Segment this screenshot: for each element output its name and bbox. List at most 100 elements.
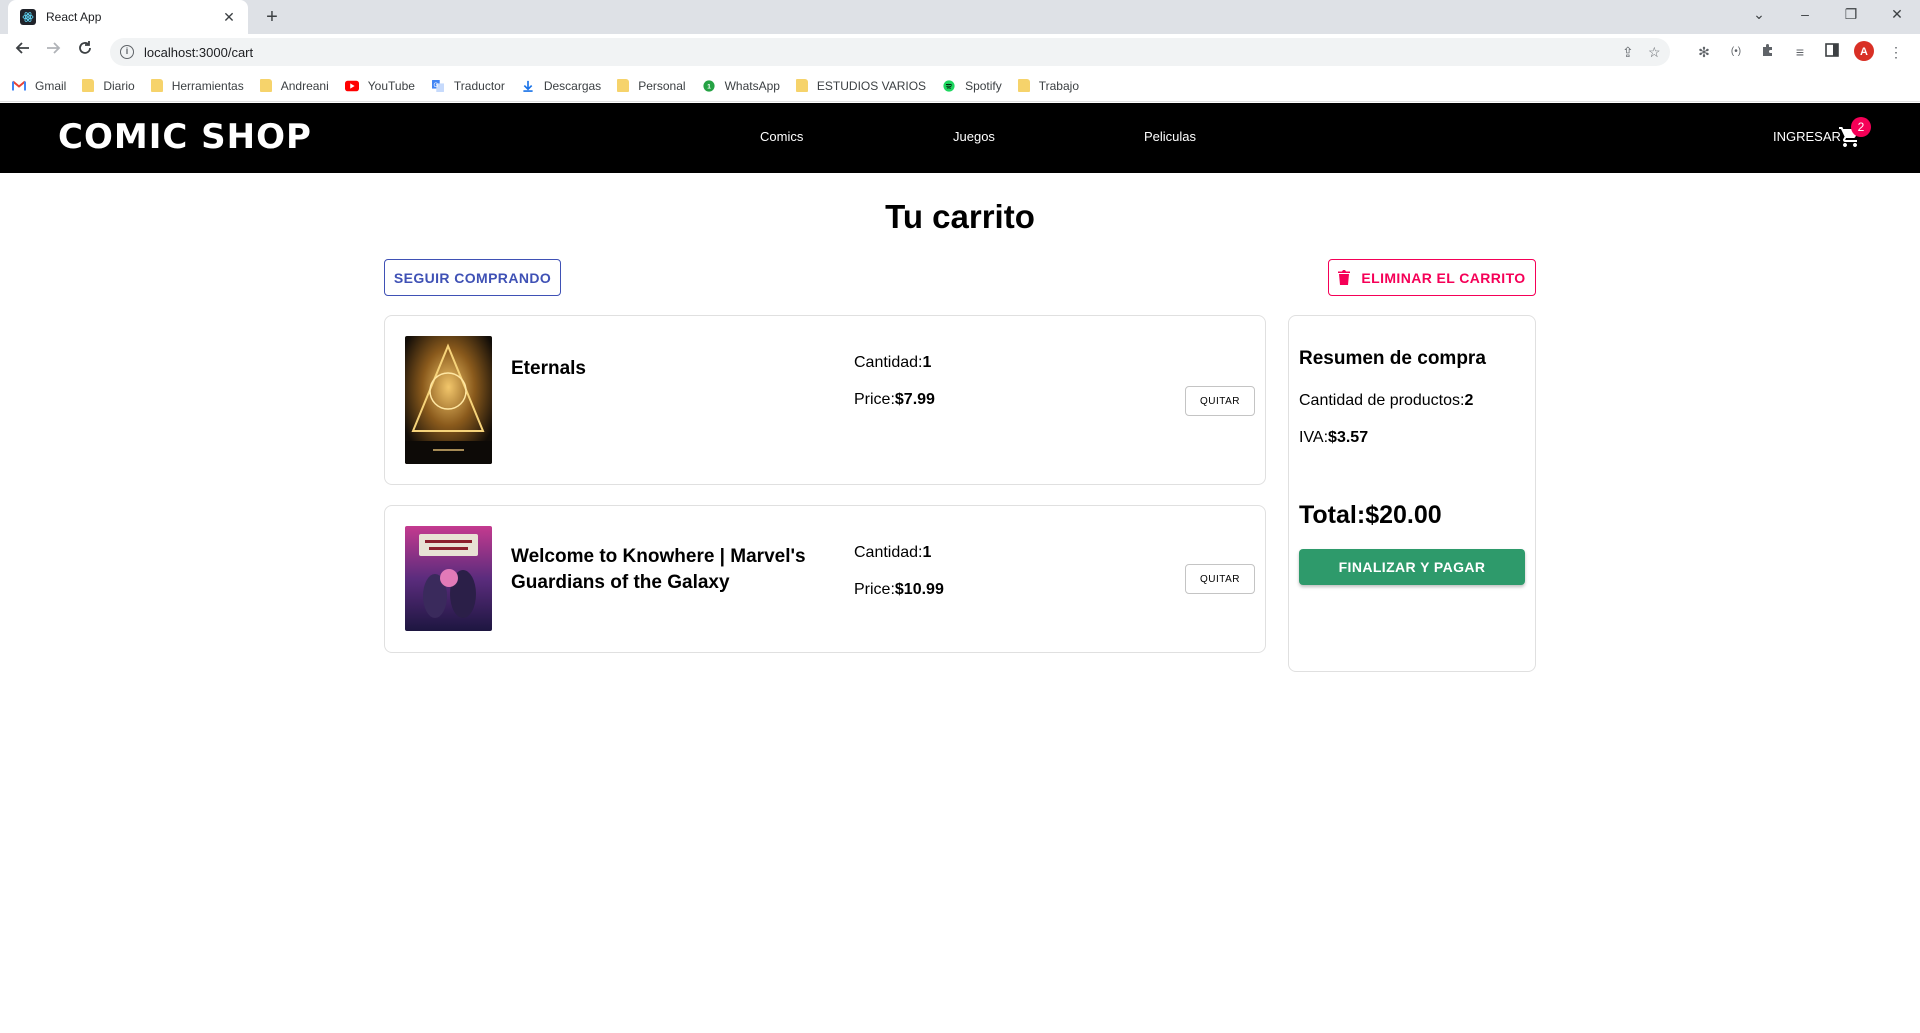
- folder-icon: [150, 79, 163, 92]
- media-icon[interactable]: ≡: [1788, 40, 1812, 64]
- remove-item-button[interactable]: QUITAR: [1185, 564, 1255, 594]
- bookmark-label: ESTUDIOS VARIOS: [816, 78, 927, 93]
- summary-title: Resumen de compra: [1299, 348, 1486, 369]
- minimize-button[interactable]: –: [1782, 0, 1828, 30]
- site-info-icon[interactable]: i: [120, 45, 134, 59]
- reload-icon[interactable]: [72, 40, 98, 64]
- item-quantity: Cantidad:1: [854, 354, 931, 372]
- svg-text:1: 1: [707, 83, 711, 90]
- bookmark-spotify[interactable]: Spotify: [942, 79, 1002, 93]
- restore-button[interactable]: ❐: [1828, 0, 1874, 30]
- forward-icon[interactable]: [40, 40, 66, 64]
- login-button[interactable]: INGRESAR: [1773, 129, 1841, 144]
- bookmark-label: YouTube: [367, 78, 415, 93]
- extension-icon[interactable]: (•): [1724, 40, 1748, 64]
- bookmark-label: Personal: [638, 78, 686, 93]
- item-quantity-value: 1: [922, 544, 932, 561]
- item-quantity: Cantidad:1: [854, 544, 931, 562]
- guardians-cover-image: [405, 526, 492, 631]
- bookmark-label: Andreani: [280, 78, 329, 93]
- tab-close-icon[interactable]: ✕: [220, 9, 238, 26]
- nav-peliculas[interactable]: Peliculas: [1144, 129, 1196, 144]
- summary-iva: IVA:$3.57: [1299, 429, 1368, 447]
- profile-avatar-icon[interactable]: A: [1852, 40, 1876, 64]
- item-price-value: $7.99: [894, 391, 935, 408]
- spotify-icon: [943, 79, 955, 92]
- nav-juegos[interactable]: Juegos: [953, 129, 995, 144]
- bookmark-star-icon[interactable]: ☆: [1648, 38, 1661, 66]
- bookmark-whatsapp[interactable]: 1 WhatsApp: [702, 79, 780, 93]
- item-title: Welcome to Knowhere | Marvel's Guardians…: [511, 546, 806, 593]
- item-quantity-label: Cantidad:: [854, 544, 923, 561]
- item-title: Eternals: [511, 358, 586, 379]
- total-value: $20.00: [1365, 501, 1442, 529]
- item-price-value: $10.99: [894, 581, 944, 598]
- new-tab-button[interactable]: +: [260, 5, 284, 29]
- item-price: Price:$10.99: [854, 581, 944, 599]
- bookmarks-bar: Gmail Diario Herramientas Andreani YouTu…: [0, 70, 1920, 102]
- puzzle-icon[interactable]: [1756, 40, 1780, 64]
- checkout-button[interactable]: FINALIZAR Y PAGAR: [1299, 549, 1525, 585]
- bookmark-label: Diario: [103, 78, 135, 93]
- youtube-icon: [344, 80, 359, 91]
- bookmark-label: Gmail: [35, 78, 67, 93]
- browser-tab[interactable]: React App ✕: [8, 0, 248, 34]
- menu-icon[interactable]: ⋮: [1884, 40, 1908, 64]
- back-icon[interactable]: [10, 40, 36, 64]
- remove-item-button[interactable]: QUITAR: [1185, 386, 1255, 416]
- browser-toolbar: i localhost:3000/cart ⇪ ☆ ✻ (•) ≡ A ⋮: [0, 34, 1920, 70]
- side-panel-icon[interactable]: [1820, 40, 1844, 64]
- react-favicon-icon: [20, 9, 36, 25]
- close-window-button[interactable]: ✕: [1874, 0, 1920, 30]
- bug-extension-icon[interactable]: ✻: [1692, 40, 1716, 64]
- folder-icon: [1017, 79, 1030, 92]
- bookmark-trabajo[interactable]: Trabajo: [1017, 78, 1079, 93]
- bookmark-label: Trabajo: [1038, 78, 1079, 93]
- iva-value: $3.57: [1328, 429, 1369, 446]
- download-icon: [523, 80, 533, 92]
- logo[interactable]: COMIC SHOP: [58, 117, 312, 157]
- svg-text:G: G: [433, 82, 438, 88]
- bookmark-label: Traductor: [453, 78, 505, 93]
- bookmark-personal[interactable]: Personal: [617, 78, 686, 93]
- summary-product-count: Cantidad de productos:2: [1299, 392, 1473, 410]
- product-count-label: Cantidad de productos:: [1299, 392, 1465, 409]
- item-price: Price:$7.99: [854, 391, 935, 409]
- bookmark-youtube[interactable]: YouTube: [344, 78, 415, 93]
- item-price-label: Price:: [854, 581, 895, 598]
- address-bar[interactable]: i localhost:3000/cart ⇪ ☆: [110, 38, 1670, 66]
- folder-icon: [795, 79, 808, 92]
- item-quantity-label: Cantidad:: [854, 354, 923, 371]
- trash-icon: [1338, 270, 1351, 285]
- cart-item-card: Eternals Cantidad:1 Price:$7.99 QUITAR: [384, 315, 1266, 485]
- bookmark-andreani[interactable]: Andreani: [259, 78, 329, 93]
- continue-shopping-button[interactable]: SEGUIR COMPRANDO: [384, 259, 561, 296]
- nav-comics[interactable]: Comics: [760, 129, 803, 144]
- continue-shopping-label: SEGUIR COMPRANDO: [393, 269, 552, 286]
- bookmark-diario[interactable]: Diario: [82, 78, 135, 93]
- translate-icon: G: [431, 79, 444, 92]
- bookmark-descargas[interactable]: Descargas: [521, 79, 601, 93]
- bookmark-traductor[interactable]: G Traductor: [431, 79, 505, 93]
- svg-text:A: A: [1860, 46, 1868, 58]
- eternals-poster-image: [405, 336, 492, 464]
- folder-icon: [259, 79, 272, 92]
- tab-search-icon[interactable]: ⌄: [1736, 0, 1782, 30]
- total-label: Total:: [1299, 501, 1366, 529]
- item-price-label: Price:: [854, 391, 895, 408]
- bookmark-label: Herramientas: [171, 78, 244, 93]
- iva-label: IVA:: [1299, 429, 1329, 446]
- bookmark-label: WhatsApp: [724, 78, 780, 93]
- tab-title: React App: [46, 10, 102, 24]
- bookmark-herramientas[interactable]: Herramientas: [150, 78, 244, 93]
- gmail-icon: [12, 80, 26, 90]
- url-text: localhost:3000/cart: [144, 44, 254, 60]
- product-count-value: 2: [1464, 392, 1474, 409]
- cart-item-card: Welcome to Knowhere | Marvel's Guardians…: [384, 505, 1266, 653]
- bookmark-estudios-varios[interactable]: ESTUDIOS VARIOS: [795, 78, 927, 93]
- bookmark-gmail[interactable]: Gmail: [12, 79, 66, 93]
- summary-total: Total:$20.00: [1299, 501, 1442, 530]
- item-quantity-value: 1: [922, 354, 932, 371]
- share-icon[interactable]: ⇪: [1622, 38, 1634, 66]
- clear-cart-button[interactable]: ELIMINAR EL CARRITO: [1328, 259, 1536, 296]
